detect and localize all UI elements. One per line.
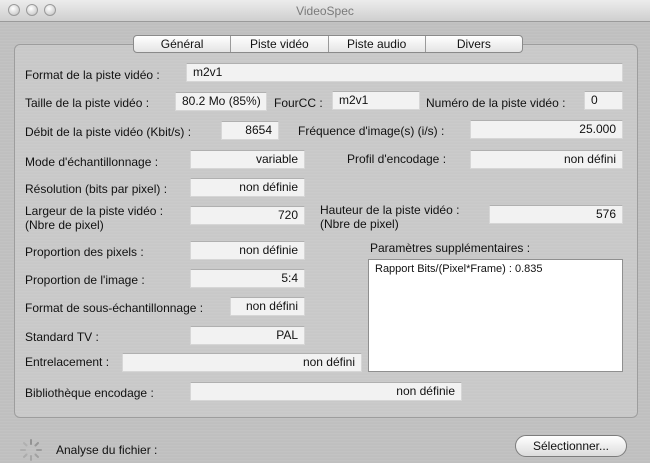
resolution-label: Résolution (bits par pixel) : [25, 182, 168, 196]
extra-params-textarea[interactable]: Rapport Bits/(Pixel*Frame) : 0.835 [368, 259, 623, 372]
encoder-library-field: non définie [190, 382, 462, 401]
subsampling-field: non défini [230, 297, 305, 316]
sampling-mode-field: variable [190, 150, 305, 169]
progress-spinner-icon [20, 439, 42, 461]
height-unit-label: (Nbre de pixel) [320, 217, 399, 231]
track-number-field: 0 [584, 91, 623, 110]
minimize-window-button[interactable] [26, 4, 38, 16]
encoder-library-label: Bibliothèque encodage : [25, 386, 154, 400]
videospec-window: VideoSpec Général Piste vidéo Piste audi… [0, 0, 650, 463]
format-label: Format de la piste vidéo : [25, 68, 160, 82]
title-bar: VideoSpec [0, 0, 650, 22]
size-field: 80.2 Mo (85%) [175, 92, 267, 111]
video-track-panel: Format de la piste vidéo : m2v1 Taille d… [14, 44, 638, 418]
image-ratio-label: Proportion de l'image : [25, 273, 145, 287]
encoding-profile-label: Profil d'encodage : [347, 152, 447, 166]
track-number-label: Numéro de la piste vidéo : [426, 96, 566, 110]
tab-bar: Général Piste vidéo Piste audio Divers [133, 35, 523, 53]
height-label: Hauteur de la piste vidéo : [320, 203, 460, 217]
encoding-profile-field: non défini [470, 150, 623, 169]
tab-misc[interactable]: Divers [426, 36, 522, 52]
pixel-ratio-field: non définie [190, 241, 305, 260]
framerate-field: 25.000 [470, 120, 623, 139]
file-analysis-label: Analyse du fichier : [56, 443, 158, 457]
width-unit-label: (Nbre de pixel) [25, 218, 104, 232]
framerate-label: Fréquence d'image(s) (i/s) : [298, 124, 445, 138]
tv-standard-field: PAL [190, 326, 305, 345]
fourcc-field: m2v1 [332, 91, 420, 110]
format-field: m2v1 [186, 63, 623, 82]
fourcc-label: FourCC : [274, 96, 323, 110]
image-ratio-field: 5:4 [190, 269, 305, 288]
window-title: VideoSpec [296, 4, 354, 18]
close-window-button[interactable] [8, 4, 20, 16]
sampling-mode-label: Mode d'échantillonnage : [25, 155, 159, 169]
width-label: Largeur de la piste vidéo : [25, 204, 164, 218]
tab-audio-track[interactable]: Piste audio [329, 36, 426, 52]
extra-params-label: Paramètres supplémentaires : [370, 241, 531, 255]
tv-standard-label: Standard TV : [25, 330, 99, 344]
width-field: 720 [190, 206, 305, 225]
height-field: 576 [489, 205, 623, 224]
subsampling-label: Format de sous-échantillonnage : [25, 301, 204, 315]
select-file-button[interactable]: Sélectionner... [515, 435, 627, 457]
tab-general[interactable]: Général [134, 36, 232, 52]
size-label: Taille de la piste vidéo : [25, 96, 150, 110]
bitrate-label: Débit de la piste vidéo (Kbit/s) : [25, 125, 192, 139]
interlace-field: non défini [122, 353, 362, 372]
zoom-window-button[interactable] [44, 4, 56, 16]
tab-video-track[interactable]: Piste vidéo [231, 36, 329, 52]
pixel-ratio-label: Proportion des pixels : [25, 245, 144, 259]
interlace-label: Entrelacement : [25, 355, 110, 369]
resolution-field: non définie [190, 178, 305, 197]
bitrate-field: 8654 [221, 121, 279, 140]
